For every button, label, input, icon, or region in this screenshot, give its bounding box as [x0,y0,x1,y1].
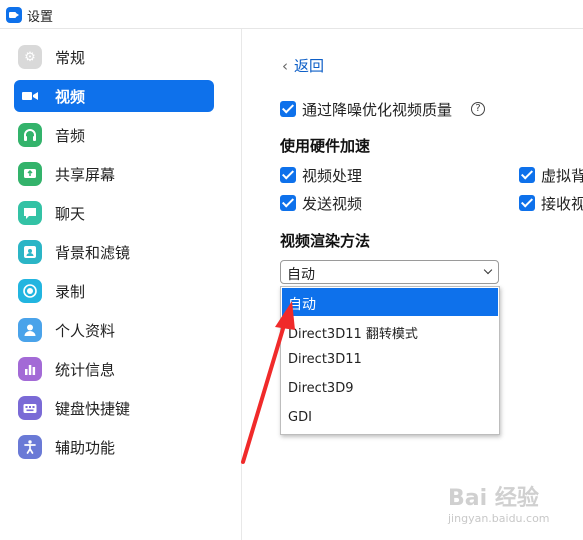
sidebar-item-label: 键盘快捷键 [55,400,131,418]
sidebar-item-label: 聊天 [55,205,86,223]
virtual-background-label: 虚拟背 [541,167,583,185]
keyboard-icon [18,396,42,420]
render-option-d3d11[interactable]: Direct3D11 [282,346,498,374]
sidebar-item-background-filter[interactable]: 背景和滤镜 [14,236,214,268]
chevron-left-icon: ‹ [282,57,288,75]
sidebar-item-record[interactable]: 录制 [14,275,214,307]
hardware-accel-title: 使用硬件加速 [280,137,371,155]
virtual-background-checkbox[interactable] [519,167,535,183]
watermark-url: jingyan.baidu.com [448,512,550,525]
render-method-select[interactable]: 自动 [280,260,499,284]
sidebar-item-label: 常规 [55,49,86,67]
sidebar-item-keyboard-shortcuts[interactable]: 键盘快捷键 [14,392,214,424]
help-icon[interactable]: ? [471,102,485,116]
send-video-checkbox[interactable] [280,195,296,211]
video-processing-checkbox[interactable] [280,167,296,183]
video-settings-panel: ‹ 返回 通过降噪优化视频质量 ? 使用硬件加速 视频处理 虚拟背 发送视频 接收… [243,29,583,540]
sidebar-item-profile[interactable]: 个人资料 [14,314,214,346]
sidebar-item-chat[interactable]: 聊天 [14,197,214,229]
chevron-down-icon [483,265,493,275]
gear-icon: ⚙ [18,45,42,69]
sidebar-item-label: 录制 [55,283,86,301]
window-title: 设置 [27,10,54,25]
headphones-icon [18,123,42,147]
share-screen-icon [18,162,42,186]
sidebar-item-label: 视频 [55,88,86,106]
zoom-app-icon [6,7,22,23]
accessibility-icon [18,435,42,459]
sidebar-item-label: 背景和滤镜 [55,244,131,262]
back-link[interactable]: ‹ 返回 [282,55,324,76]
sidebar-item-label: 统计信息 [55,361,116,379]
render-method-title: 视频渲染方法 [280,232,371,250]
sidebar: ⚙ 常规 视频 音频 共享屏幕 聊天 背景和滤镜 录制 个人资料 统计信息 键盘… [0,29,242,540]
watermark-logo: Bai 经验 [448,486,539,511]
render-option-gdi[interactable]: GDI [282,404,498,432]
render-method-value: 自动 [287,267,315,283]
noise-optimization-label: 通过降噪优化视频质量 [302,101,453,119]
render-option-d3d11-flip[interactable]: Direct3D11 翻转模式 [282,317,498,345]
sidebar-item-audio[interactable]: 音频 [14,119,214,151]
sidebar-item-label: 辅助功能 [55,439,116,457]
sidebar-item-label: 个人资料 [55,322,116,340]
background-filter-icon [18,240,42,264]
profile-icon [18,318,42,342]
render-option-auto[interactable]: 自动 [282,288,498,316]
record-icon [18,279,42,303]
sidebar-item-share-screen[interactable]: 共享屏幕 [14,158,214,190]
receive-video-checkbox[interactable] [519,195,535,211]
sidebar-item-video[interactable]: 视频 [14,80,214,112]
render-option-d3d9[interactable]: Direct3D9 [282,375,498,403]
render-method-dropdown: 自动 Direct3D11 翻转模式 Direct3D11 Direct3D9 … [280,286,500,435]
sidebar-item-statistics[interactable]: 统计信息 [14,353,214,385]
noise-optimization-checkbox[interactable] [280,101,296,117]
send-video-label: 发送视频 [302,195,363,213]
receive-video-label: 接收视 [541,195,583,213]
sidebar-item-general[interactable]: ⚙ 常规 [14,41,214,73]
chat-bubble-icon [18,201,42,225]
sidebar-item-accessibility[interactable]: 辅助功能 [14,431,214,463]
sidebar-item-label: 共享屏幕 [55,166,116,184]
sidebar-item-label: 音频 [55,127,86,145]
statistics-icon [18,357,42,381]
back-label: 返回 [294,57,325,75]
video-camera-icon [18,84,42,108]
video-processing-label: 视频处理 [302,167,363,185]
title-bar: 设置 [0,0,583,29]
